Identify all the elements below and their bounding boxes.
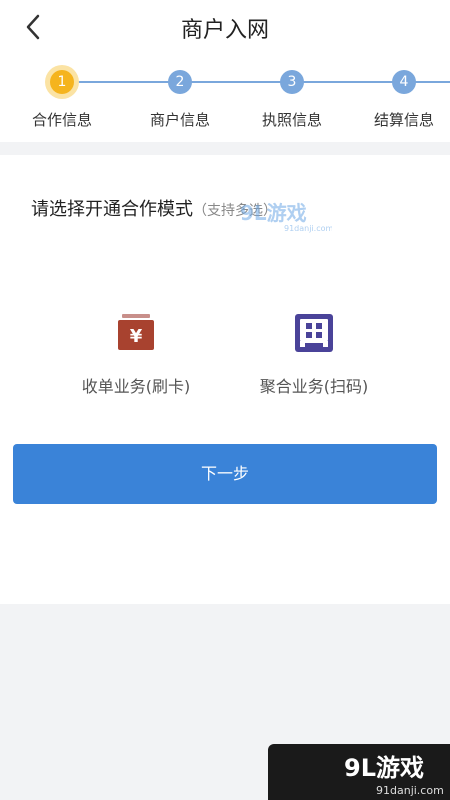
- header-bar: 商户入网: [0, 0, 450, 52]
- qr-scan-icon: [295, 314, 333, 352]
- main-content: 请选择开通合作模式（支持多选） ¥ 收单业务(刷卡) 聚合业务(扫码) 下一步: [0, 155, 450, 604]
- step-number: 4: [392, 70, 416, 94]
- watermark-brand: 9L游戏: [344, 754, 424, 782]
- watermark-url: 91danji.com: [376, 784, 444, 797]
- step-label: 商户信息: [149, 111, 210, 129]
- prompt-text: 请选择开通合作模式: [31, 199, 193, 220]
- next-step-button[interactable]: 下一步: [13, 444, 437, 504]
- watermark-logo: 9L游戏 91danji.com: [268, 744, 450, 800]
- option-qr-scan[interactable]: 聚合业务(扫码): [234, 313, 394, 397]
- step-indicator: 1 合作信息 2 商户信息 3 执照信息 4 结算信息: [0, 52, 450, 142]
- card-payment-icon: ¥: [118, 314, 154, 350]
- option-card-payment[interactable]: ¥ 收单业务(刷卡): [56, 313, 216, 397]
- step-label: 合作信息: [31, 111, 92, 129]
- step-label: 执照信息: [261, 111, 322, 129]
- option-label: 收单业务(刷卡): [81, 377, 191, 396]
- step-label: 结算信息: [373, 111, 434, 129]
- option-label: 聚合业务(扫码): [259, 377, 369, 396]
- step-number: 3: [280, 70, 304, 94]
- page-title: 商户入网: [180, 18, 269, 43]
- svg-text:¥: ¥: [130, 326, 143, 347]
- watermark-logo-small: 9L游戏 91danji.com: [240, 201, 332, 233]
- watermark-url-small: 91danji.com: [284, 224, 332, 233]
- step-number: 2: [168, 70, 192, 94]
- watermark-brand-small: 9L游戏: [240, 201, 307, 225]
- step-number: 1: [50, 70, 74, 94]
